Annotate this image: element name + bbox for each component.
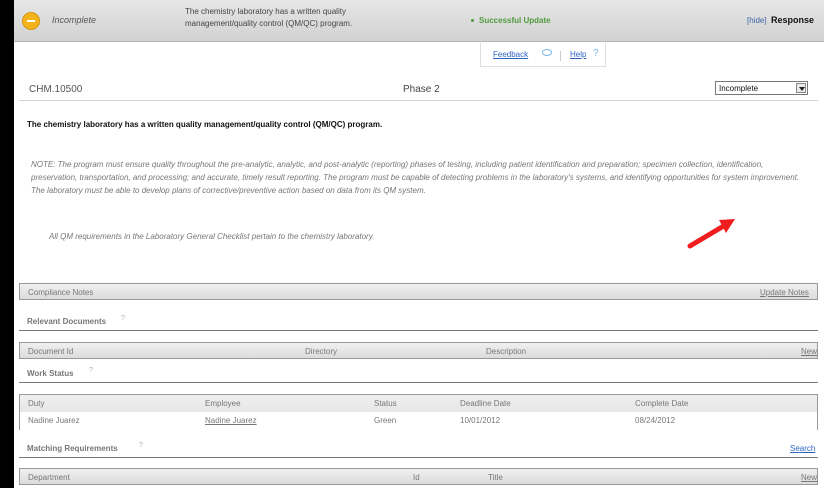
requirement-detail: CHM.10500 Phase 2 Incomplete The chemist… [14,76,824,488]
matching-requirements-title: Matching Requirements [27,444,118,453]
main-window: Incomplete The chemistry laboratory has … [14,0,824,488]
update-message: Successful Update [471,16,551,25]
requirement-note: NOTE: The program must ensure quality th… [31,160,800,195]
divider [560,51,561,61]
matching-requirements-table-header: Department Id Title New [19,468,818,485]
hide-link[interactable]: [hide] [747,16,767,25]
deadline-date-header: Deadline Date [460,399,511,408]
status-label: Incomplete [52,15,97,25]
speech-bubble-icon [542,49,552,56]
chevron-down-icon[interactable] [796,83,806,93]
help-question-icon: ? [89,367,93,374]
duty-header: Duty [28,399,45,408]
status-indicator-icon [22,12,40,30]
matching-requirements-header: Matching Requirements ? Search [19,440,818,458]
new-matching-link[interactable]: New [801,473,817,482]
requirement-headline: The chemistry laboratory has a written q… [27,120,383,129]
employee-header: Employee [205,399,241,408]
status-select[interactable]: Incomplete [715,81,808,95]
department-header: Department [28,473,70,482]
success-dot-icon [471,19,474,23]
complete-date-header: Complete Date [635,399,689,408]
relevant-documents-title: Relevant Documents [27,317,107,326]
update-notes-link[interactable]: Update Notes [760,288,809,297]
status-cell: Green [374,416,397,425]
compliance-notes-bar: Compliance Notes Update Notes [19,283,818,300]
work-status-table: Duty Employee Status Deadline Date Compl… [19,394,818,430]
relevant-documents-header: Relevant Documents ? [19,313,818,331]
response-label: Response [771,15,815,25]
requirement-status-bar: Incomplete The chemistry laboratory has … [14,0,824,42]
id-header: Id [413,473,420,482]
title-header: Title [488,473,503,482]
duty-cell: Nadine Juarez [28,416,80,425]
success-text: Successful Update [479,16,551,25]
checklist-note: All QM requirements in the Laboratory Ge… [49,232,375,241]
complete-date-cell: 08/24/2012 [635,416,676,425]
selected-status: Incomplete [719,84,759,93]
question-icon: ? [593,48,599,59]
description-header: Description [486,347,527,356]
help-question-icon: ? [139,442,143,449]
help-question-icon: ? [121,315,125,322]
requirement-header: CHM.10500 Phase 2 Incomplete [19,76,818,101]
table-row: Nadine Juarez Nadine Juarez Green 10/01/… [20,412,817,430]
documents-table-header: Document Id Directory Description New [19,342,818,359]
help-link[interactable]: Help [570,50,586,59]
compliance-notes-title: Compliance Notes [28,288,94,297]
deadline-date-cell: 10/01/2012 [460,416,501,425]
document-id-header: Document Id [28,347,74,356]
help-links: Feedback Help ? [480,43,606,67]
search-link[interactable]: Search [790,444,815,453]
status-header: Status [374,399,397,408]
feedback-link[interactable]: Feedback [493,50,528,59]
annotation-arrow-icon [687,219,735,249]
employee-link[interactable]: Nadine Juarez [205,416,257,425]
work-status-title: Work Status [27,369,74,378]
phase-label: Phase 2 [403,84,440,95]
directory-header: Directory [305,347,338,356]
work-status-header: Work Status ? [19,365,818,383]
requirement-code: CHM.10500 [29,84,83,95]
requirement-summary: The chemistry laboratory has a written q… [185,7,353,28]
new-document-link[interactable]: New [801,347,817,356]
